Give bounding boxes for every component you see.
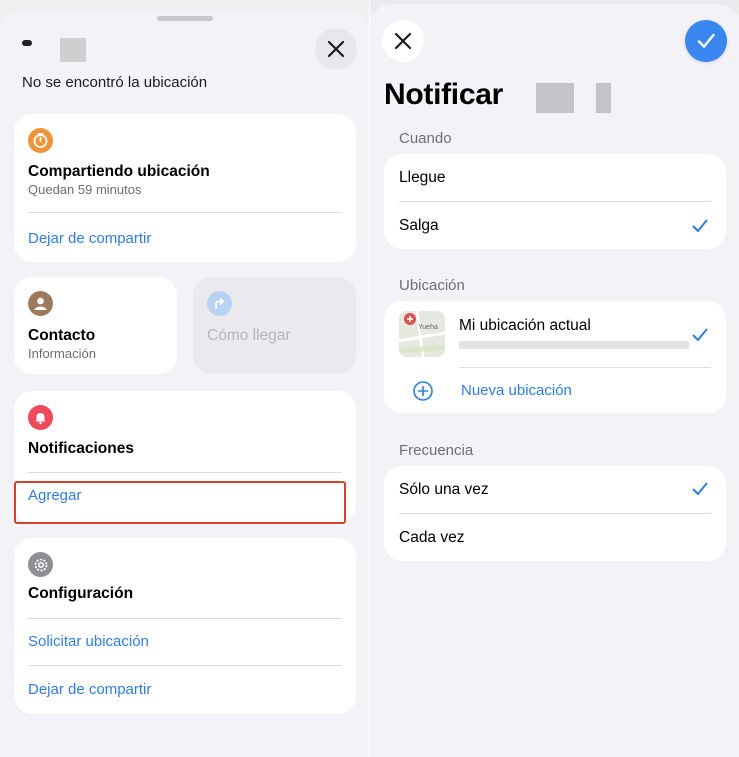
option-leave[interactable]: Salga: [384, 202, 726, 249]
person-name-redacted: [22, 40, 32, 46]
divider: [28, 212, 342, 213]
notifications-title: Notificaciones: [28, 440, 134, 457]
new-location-label: Nueva ubicación: [461, 382, 572, 399]
settings-card: Configuración Solicitar ubicación Dejar …: [14, 538, 356, 714]
timer-icon: [28, 128, 53, 153]
option-arrive[interactable]: Llegue: [384, 154, 726, 201]
sharing-card: Compartiendo ubicación Quedan 59 minutos…: [14, 114, 356, 262]
when-group: Llegue Salga: [384, 154, 726, 249]
option-label: Cada vez: [399, 529, 465, 546]
frequency-group: Sólo una vez Cada vez: [384, 466, 726, 561]
location-group: Yueha Mi ubicación actual Nueva ubicació…: [384, 301, 726, 413]
add-circle-icon: [413, 381, 433, 401]
option-label: Llegue: [399, 169, 446, 186]
map-thumbnail: Yueha: [399, 311, 445, 357]
sharing-remaining: Quedan 59 minutos: [28, 182, 142, 197]
divider: [28, 665, 342, 666]
option-once[interactable]: Sólo una vez: [384, 466, 726, 513]
when-section-header: Cuando: [399, 130, 452, 147]
person-name-redacted-block: [60, 38, 86, 62]
address-redacted: [459, 341, 689, 349]
stop-sharing-link[interactable]: Dejar de compartir: [28, 230, 151, 247]
location-section-header: Ubicación: [399, 277, 465, 294]
sheet-grabber[interactable]: [157, 16, 213, 21]
notify-sheet: Notificar Cuando Llegue Salga Ubicación: [370, 4, 739, 757]
sharing-title: Compartiendo ubicación: [28, 163, 210, 180]
request-location-link[interactable]: Solicitar ubicación: [28, 633, 149, 650]
new-location-row[interactable]: Nueva ubicación: [384, 368, 726, 413]
checkmark-icon: [692, 219, 708, 232]
recipient-name-redacted-2: [596, 83, 611, 113]
current-location-label: Mi ubicación actual: [459, 317, 591, 334]
close-button[interactable]: [315, 28, 357, 70]
detail-sheet: No se encontró la ubicación Compartiendo…: [0, 10, 369, 757]
page-title: Notificar: [384, 78, 503, 111]
bell-icon: [28, 405, 53, 430]
option-every-time[interactable]: Cada vez: [384, 514, 726, 561]
option-label: Sólo una vez: [399, 481, 489, 498]
directions-title: Cómo llegar: [207, 327, 291, 344]
divider: [28, 472, 342, 473]
recipient-name-redacted: [536, 83, 574, 113]
location-detail-panel: No se encontró la ubicación Compartiendo…: [0, 0, 369, 757]
location-status-text: No se encontró la ubicación: [22, 74, 208, 91]
contact-title: Contacto: [28, 327, 96, 344]
close-button[interactable]: [382, 20, 424, 62]
directions-card: Cómo llegar: [193, 277, 356, 374]
person-icon: [28, 291, 53, 316]
checkmark-icon: [692, 482, 708, 495]
divider: [28, 618, 342, 619]
gear-icon: [28, 552, 53, 577]
checkmark-icon: [697, 33, 715, 48]
highlight-box: [14, 481, 346, 524]
close-icon: [327, 40, 345, 58]
contact-subtitle: Información: [28, 346, 96, 361]
done-button[interactable]: [685, 20, 727, 62]
directions-arrow-icon: [207, 291, 232, 316]
contact-card[interactable]: Contacto Información: [14, 277, 177, 374]
settings-title: Configuración: [28, 585, 134, 602]
notify-panel: Notificar Cuando Llegue Salga Ubicación: [370, 0, 739, 757]
map-label: Yueha: [418, 324, 438, 331]
option-label: Salga: [399, 217, 439, 234]
stop-sharing-link-2[interactable]: Dejar de compartir: [28, 681, 151, 698]
frequency-section-header: Frecuencia: [399, 442, 474, 459]
close-icon: [394, 32, 412, 50]
current-location-row[interactable]: Yueha Mi ubicación actual: [384, 301, 726, 367]
checkmark-icon: [692, 328, 708, 341]
